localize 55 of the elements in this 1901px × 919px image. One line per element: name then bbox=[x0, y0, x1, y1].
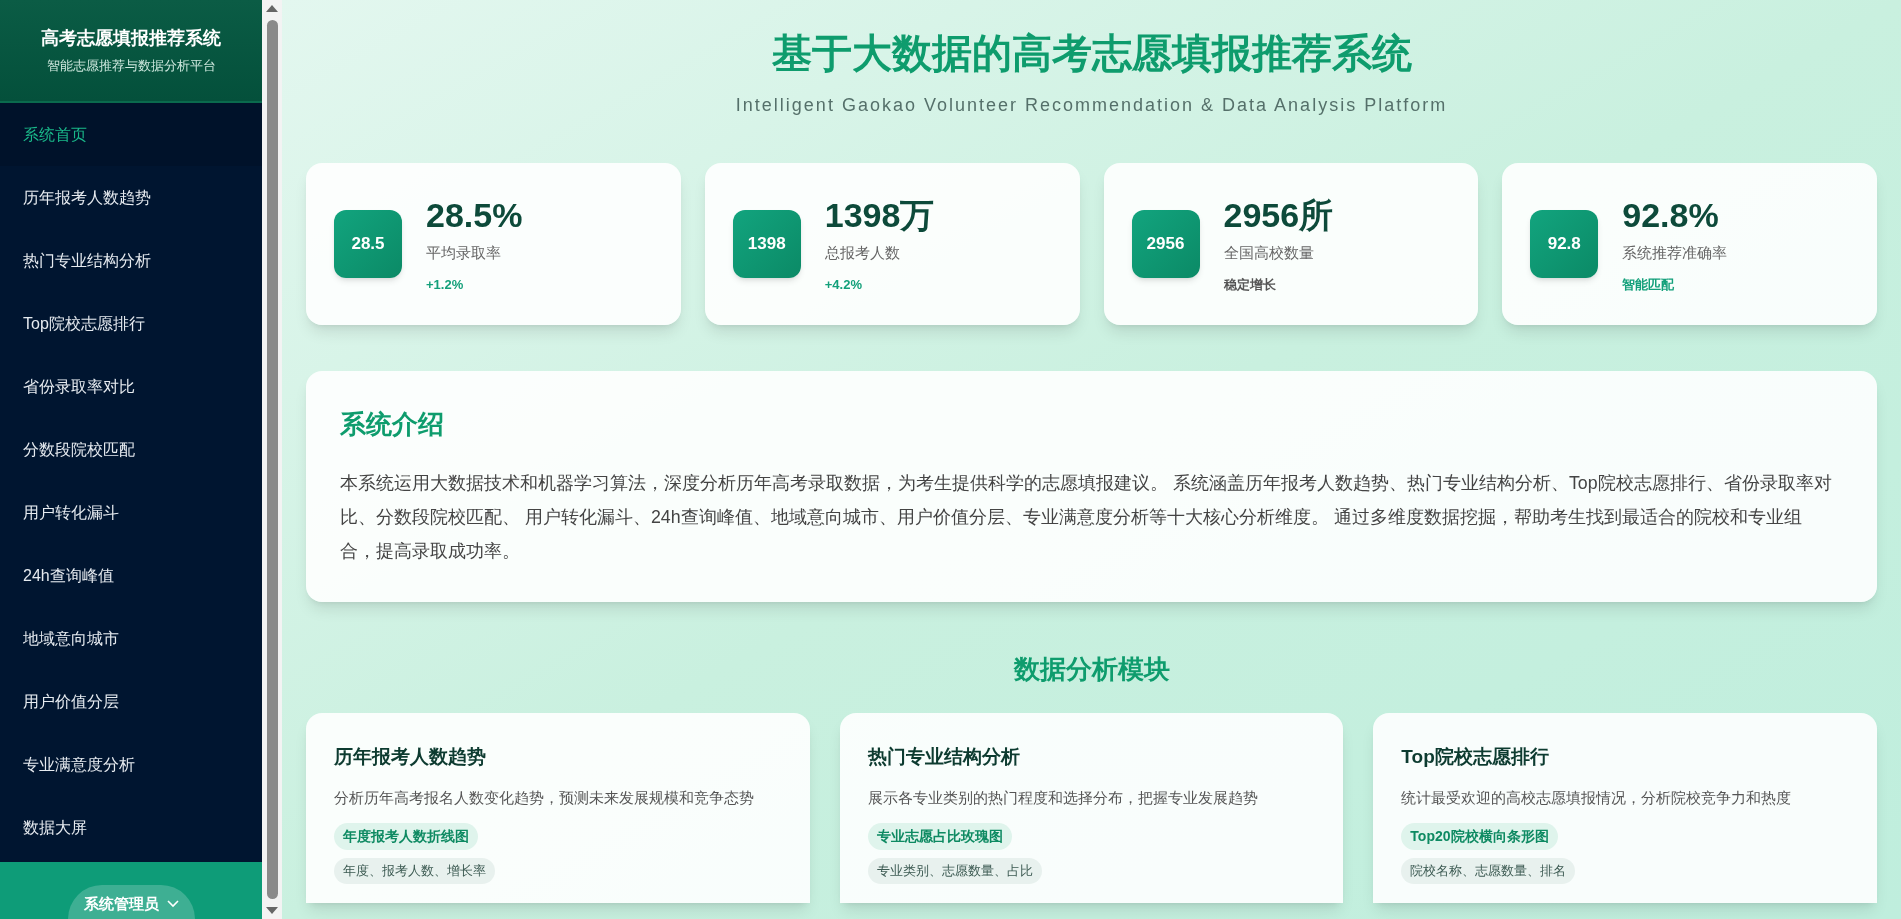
nav-item[interactable]: 用户转化漏斗 bbox=[0, 481, 262, 544]
scrollbar-thumb[interactable] bbox=[266, 20, 278, 899]
app-subtitle: 智能志愿推荐与数据分析平台 bbox=[46, 57, 216, 76]
scroll-up-icon[interactable] bbox=[266, 4, 278, 12]
nav-item[interactable]: Top院校志愿排行 bbox=[0, 292, 262, 355]
stat-change: 智能匹配 bbox=[1622, 275, 1676, 294]
module-description: 分析历年高考报名人数变化趋势，预测未来发展规模和竞争态势 bbox=[334, 788, 754, 808]
stat-label: 总报考人数 bbox=[824, 243, 901, 264]
stat-value: 28.5% bbox=[426, 194, 523, 236]
module-card[interactable]: Top院校志愿排行 统计最受欢迎的高校志愿填报情况，分析院校竞争力和热度 Top20院校横向条形图 院校名称、志愿数量、排名 bbox=[1373, 713, 1877, 903]
intro-paragraph: 本系统运用大数据技术和机器学习算法，深度分析历年高考录取数据，为考生提供科学的志愿填报建议。 系统涵盖历年报考人数趋势、热门专业结构分析、Top院校志愿排行、省份录取率对比、分数段院校匹配、 用户转化漏斗、24h查询峰值、地域意向城市、用户价值分层、专业满意度分析等十大核心分析维度。 通过多维度数据挖掘，帮助考生找到最适合的院校和专业组合，提高录取成功率。 bbox=[340, 472, 1833, 563]
app-title: 高考志愿填报推荐系统 bbox=[41, 27, 221, 51]
stat-badge: 92.8 bbox=[1530, 210, 1599, 278]
stat-label: 系统推荐准确率 bbox=[1622, 243, 1728, 264]
nav-item[interactable]: 热门专业结构分析 bbox=[0, 229, 262, 292]
stat-badge: 2956 bbox=[1131, 210, 1200, 278]
fields-tag: 年度、报考人数、增长率 bbox=[334, 858, 495, 884]
stat-label: 平均录取率 bbox=[426, 243, 502, 264]
stat-badge: 28.5 bbox=[334, 210, 402, 278]
nav-item[interactable]: 地域意向城市 bbox=[0, 607, 262, 670]
stat-value: 92.8% bbox=[1622, 194, 1720, 236]
fields-tag: 专业类别、志愿数量、占比 bbox=[867, 858, 1042, 884]
nav-item[interactable]: 分数段院校匹配 bbox=[0, 418, 262, 481]
stat-label: 全国高校数量 bbox=[1223, 243, 1315, 264]
scroll-down-icon[interactable] bbox=[266, 907, 278, 915]
stat-value: 1398万 bbox=[824, 194, 935, 236]
page-subtitle: Intelligent Gaokao Volunteer Recommendation & Data Analysis Platform bbox=[735, 94, 1448, 117]
nav-item[interactable]: 省份录取率对比 bbox=[0, 355, 262, 418]
nav-item[interactable]: 24h查询峰值 bbox=[0, 544, 262, 607]
stat-value: 2956所 bbox=[1223, 194, 1334, 236]
nav-item[interactable]: 专业满意度分析 bbox=[0, 733, 262, 796]
stat-change: +1.2% bbox=[426, 275, 465, 294]
module-title: 历年报考人数趋势 bbox=[334, 745, 486, 769]
module-card[interactable]: 热门专业结构分析 展示各专业类别的热门程度和选择分布，把握专业发展趋势 专业志愿占比玫瑰图 专业类别、志愿数量、占比 bbox=[839, 713, 1344, 903]
module-card[interactable]: 历年报考人数趋势 分析历年高考报名人数变化趋势，预测未来发展规模和竞争态势 年度报考人数折线图 年度、报考人数、增长率 bbox=[306, 713, 810, 903]
module-title: Top院校志愿排行 bbox=[1401, 745, 1549, 769]
stat-change: 稳定增长 bbox=[1223, 275, 1277, 294]
stat-change: +4.2% bbox=[824, 275, 863, 294]
nav-item[interactable]: 历年报考人数趋势 bbox=[0, 166, 262, 229]
chart-tag: 年度报考人数折线图 bbox=[334, 823, 478, 851]
section-title: 数据分析模块 bbox=[1012, 653, 1171, 686]
module-title: 热门专业结构分析 bbox=[867, 745, 1020, 769]
stat-badge: 1398 bbox=[732, 210, 801, 278]
chart-tag: Top20院校横向条形图 bbox=[1401, 823, 1558, 851]
nav-item[interactable]: 数据大屏 bbox=[0, 796, 262, 859]
module-description: 展示各专业类别的热门程度和选择分布，把握专业发展趋势 bbox=[867, 788, 1258, 808]
section-title: 系统介绍 bbox=[340, 408, 445, 441]
page-title: 基于大数据的高考志愿填报推荐系统 bbox=[771, 30, 1412, 77]
nav-item[interactable]: 系统首页 bbox=[0, 103, 262, 166]
chevron-down-icon bbox=[166, 899, 179, 908]
chart-tag: 专业志愿占比玫瑰图 bbox=[867, 823, 1012, 851]
fields-tag: 院校名称、志愿数量、排名 bbox=[1401, 858, 1576, 884]
module-description: 统计最受欢迎的高校志愿填报情况，分析院校竞争力和热度 bbox=[1401, 788, 1792, 808]
nav-item[interactable]: 用户价值分层 bbox=[0, 670, 262, 733]
scrollbar[interactable] bbox=[262, 0, 282, 919]
